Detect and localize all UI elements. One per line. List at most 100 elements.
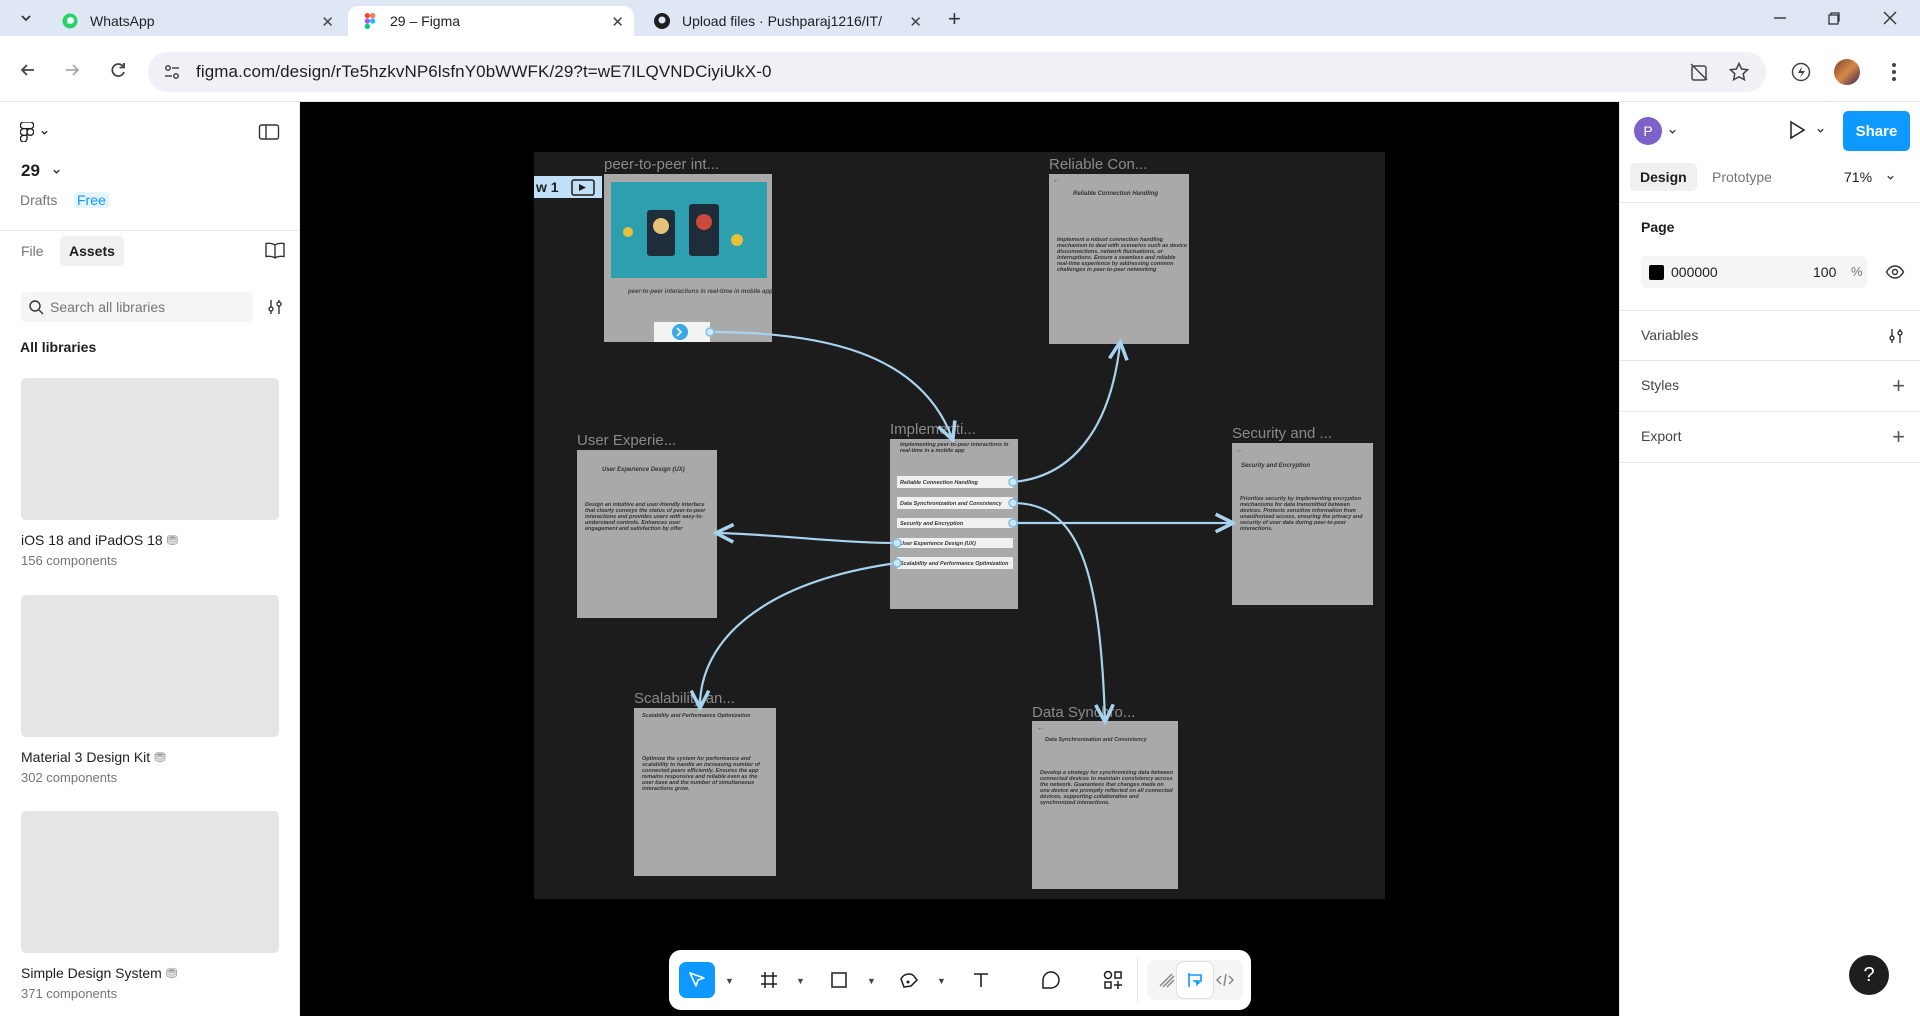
nav-button-label: Security and Encryption [900, 521, 964, 527]
arrow-right-icon [66, 64, 80, 76]
tab-prototype[interactable]: Prototype [1712, 169, 1772, 185]
export-section[interactable]: Export + [1620, 412, 1920, 463]
comment-tool-button[interactable] [1033, 962, 1069, 998]
library-book-icon[interactable] [264, 242, 286, 260]
extension-icon[interactable] [1790, 61, 1812, 83]
chevron-down-icon[interactable]: ▼ [867, 976, 876, 986]
styles-section[interactable]: Styles + [1620, 361, 1920, 412]
restore-button[interactable] [1822, 6, 1846, 30]
site-info-icon[interactable] [162, 62, 182, 82]
profile-avatar[interactable] [1834, 59, 1860, 85]
flow-starting-point-badge[interactable]: w 1 [534, 176, 602, 198]
connector-node[interactable] [1008, 518, 1018, 528]
frame-security[interactable]: ← Security and Encryption Prioritize sec… [1232, 443, 1373, 605]
bookmark-star-icon[interactable] [1728, 61, 1750, 83]
frame-title-impl[interactable]: Implementi... [890, 421, 976, 438]
actions-tool-button[interactable] [1095, 962, 1131, 998]
frame-scal[interactable]: Scalability and Performance Optimization… [634, 708, 776, 876]
present-button[interactable] [1788, 120, 1825, 140]
tab-file[interactable]: File [21, 243, 44, 259]
zoom-menu[interactable]: 71% [1844, 169, 1895, 185]
frame-data[interactable]: ← Data Synchronization and Consistency D… [1032, 721, 1178, 889]
add-export-icon[interactable]: + [1892, 424, 1905, 450]
arrow-left-icon [20, 64, 34, 76]
back-arrow: ← [1236, 447, 1243, 454]
chevron-down-icon[interactable]: ▼ [725, 976, 734, 986]
tab-whatsapp[interactable]: WhatsApp ✕ [48, 6, 344, 36]
chevron-down-icon[interactable]: ▼ [937, 976, 946, 986]
library-name[interactable]: Simple Design System ⛃ [21, 965, 177, 982]
page-color-field[interactable]: 000000 100 % [1641, 256, 1867, 288]
tab-github[interactable]: Upload files · Pushparaj1216/IT/ ✕ [640, 6, 932, 36]
frame-title-p2p[interactable]: peer-to-peer int... [604, 156, 719, 173]
frame-title-security[interactable]: Security and ... [1232, 425, 1332, 442]
library-name[interactable]: Material 3 Design Kit ⛃ [21, 749, 166, 766]
reload-button[interactable] [106, 58, 130, 82]
frame-title-scal[interactable]: Scalability an... [634, 690, 735, 707]
move-tool-button[interactable] [679, 962, 715, 998]
shape-tool-button[interactable] [821, 962, 857, 998]
tab-search-button[interactable] [12, 6, 40, 30]
page-color-hex[interactable]: 000000 [1671, 264, 1718, 280]
add-style-icon[interactable]: + [1892, 373, 1905, 399]
library-thumbnail[interactable] [21, 378, 279, 520]
close-tab-icon[interactable]: ✕ [611, 13, 624, 31]
connector-node[interactable] [892, 558, 902, 568]
search-libraries-field[interactable]: Search all libraries [21, 292, 253, 322]
frame-p2p[interactable]: peer-to-peer interactions in real-time i… [604, 174, 773, 342]
close-tab-icon[interactable]: ✕ [909, 13, 922, 31]
frame-reliable[interactable]: ← Reliable Connection Handling Implement… [1049, 174, 1189, 344]
plan-badge[interactable]: Free [74, 192, 109, 208]
file-name-menu[interactable]: 29 [21, 161, 61, 181]
connector-node[interactable] [705, 327, 715, 337]
decor-circle [731, 234, 743, 246]
drafts-link[interactable]: Drafts [20, 192, 57, 208]
design-canvas[interactable]: peer-to-peer int... Reliable Con... User… [300, 102, 1619, 1016]
pen-tool-button[interactable] [891, 962, 927, 998]
frame-ux[interactable]: User Experience Design (UX) Design an in… [577, 450, 717, 618]
connector-node[interactable] [1008, 477, 1018, 487]
color-swatch[interactable] [1649, 265, 1664, 280]
library-thumbnail[interactable] [21, 595, 279, 737]
figma-main-menu[interactable] [20, 120, 60, 144]
forward-button[interactable] [60, 58, 84, 82]
user-avatar-menu[interactable]: P [1634, 117, 1677, 145]
tab-title: 29 – Figma [390, 13, 461, 29]
text-tool-button[interactable] [963, 962, 999, 998]
filter-icon[interactable] [266, 298, 284, 316]
dev-mode-button[interactable] [1207, 962, 1243, 998]
page-opacity[interactable]: 100 [1813, 264, 1836, 280]
library-name[interactable]: iOS 18 and iPadOS 18 ⛃ [21, 532, 178, 549]
more-menu-icon[interactable] [1884, 60, 1904, 84]
toggle-sidebar-icon[interactable] [258, 122, 280, 142]
person-illustration [653, 218, 669, 234]
share-button[interactable]: Share [1843, 111, 1910, 151]
library-thumbnail[interactable] [21, 811, 279, 953]
frame-title-ux[interactable]: User Experie... [577, 432, 676, 449]
eye-icon[interactable] [1885, 263, 1905, 281]
connector-node[interactable] [1008, 498, 1018, 508]
variables-section[interactable]: Variables [1620, 310, 1920, 361]
library-count: 371 components [21, 986, 118, 1001]
variables-settings-icon[interactable] [1887, 327, 1905, 345]
tab-assets[interactable]: Assets [60, 236, 124, 266]
chevron-down-icon [1669, 129, 1676, 134]
chevron-down-icon[interactable]: ▼ [796, 976, 805, 986]
frame-tool-button[interactable] [751, 962, 787, 998]
tab-design[interactable]: Design [1630, 163, 1697, 191]
close-window-button[interactable] [1878, 6, 1902, 30]
minimize-button[interactable] [1768, 6, 1792, 30]
close-tab-icon[interactable]: ✕ [321, 13, 334, 31]
help-button[interactable]: ? [1849, 955, 1889, 995]
new-tab-button[interactable]: + [948, 6, 961, 32]
tab-figma[interactable]: 29 – Figma ✕ [348, 6, 634, 36]
back-button[interactable] [16, 58, 40, 82]
no-screenshot-icon[interactable] [1688, 61, 1710, 83]
frame-title-reliable[interactable]: Reliable Con... [1049, 156, 1147, 173]
frame-title-data[interactable]: Data Synchro... [1032, 704, 1135, 721]
search-input[interactable]: Search all libraries [50, 299, 165, 315]
url-text[interactable]: figma.com/design/rTe5hzkvNP6lsfnY0bWWFK/… [196, 62, 772, 82]
canvas-svg[interactable]: peer-to-peer int... Reliable Con... User… [300, 102, 1619, 1016]
frame-impl[interactable]: Implementing peer-to-peer interactions i… [890, 439, 1018, 609]
connector-node[interactable] [892, 538, 902, 548]
